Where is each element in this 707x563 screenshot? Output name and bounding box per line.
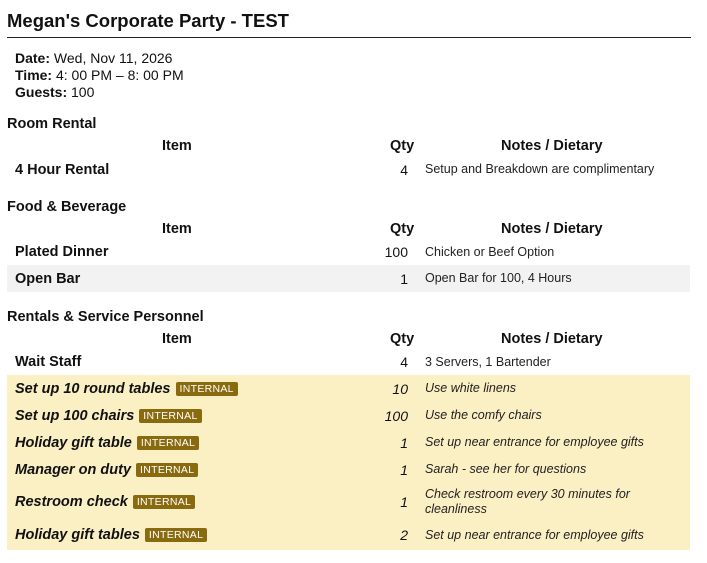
row-notes: Set up near entrance for employee gifts: [425, 527, 644, 542]
time-value: 4: 00 PM – 8: 00 PM: [55, 67, 184, 83]
row-item-cell: Manager on duty INTERNAL: [15, 456, 199, 483]
row-qty: 1: [400, 434, 408, 451]
guests-value: 100: [71, 84, 95, 100]
row-item: Open Bar: [15, 270, 81, 287]
row-notes: Setup and Breakdown are complimentary: [425, 162, 655, 176]
row-item: Set up 10 round tables: [15, 380, 171, 397]
table-row-internal: Holiday gift tables INTERNAL 2 Set up ne…: [7, 520, 690, 550]
row-qty: 100: [384, 244, 408, 260]
title-divider: [7, 37, 691, 38]
table-row: Plated Dinner 100 Chicken or Beef Option: [7, 239, 690, 265]
row-item-cell: Set up 100 chairs INTERNAL: [15, 402, 202, 429]
event-time: Time: 4: 00 PM – 8: 00 PM: [15, 67, 184, 84]
section-title-room-rental: Room Rental: [7, 116, 97, 132]
row-notes: Chicken or Beef Option: [425, 244, 555, 259]
column-header-notes: Notes / Dietary: [501, 331, 603, 347]
table-row-internal: Set up 100 chairs INTERNAL 100 Use the c…: [7, 402, 690, 429]
row-notes: 3 Servers, 1 Bartender: [425, 354, 551, 369]
internal-badge: INTERNAL: [139, 408, 202, 423]
row-qty: 1: [400, 493, 408, 510]
table-row: 4 Hour Rental 4 Setup and Breakdown are …: [7, 156, 690, 183]
row-item: Plated Dinner: [15, 244, 109, 260]
row-qty: 10: [392, 380, 408, 397]
row-qty: 2: [400, 527, 408, 543]
row-item: Manager on duty: [15, 461, 132, 478]
table-row: Open Bar 1 Open Bar for 100, 4 Hours: [7, 265, 690, 292]
row-item: Wait Staff: [15, 354, 82, 370]
row-item: Holiday gift tables: [15, 527, 140, 543]
internal-badge: INTERNAL: [175, 381, 238, 396]
internal-badge: INTERNAL: [136, 462, 199, 477]
column-header-item: Item: [162, 331, 192, 347]
time-label: Time:: [15, 67, 53, 83]
row-item: Restroom check: [15, 493, 128, 510]
event-date: Date: Wed, Nov 11, 2026: [15, 50, 172, 67]
row-item-cell: Set up 10 round tables INTERNAL: [15, 375, 238, 402]
row-notes: Use the comfy chairs: [425, 408, 542, 422]
event-sheet: Megan's Corporate Party - TEST Date: Wed…: [0, 0, 707, 563]
column-header-qty: Qty: [390, 331, 415, 347]
column-header-item: Item: [162, 221, 192, 237]
row-notes: Use white linens: [425, 381, 517, 395]
column-header-notes: Notes / Dietary: [501, 138, 603, 154]
row-item: Set up 100 chairs: [15, 407, 135, 424]
table-row-internal: Manager on duty INTERNAL 1 Sarah - see h…: [7, 456, 690, 483]
row-qty: 4: [400, 161, 408, 178]
row-notes: Check restroom every 30 minutes for clea…: [425, 486, 630, 516]
row-item-cell: Holiday gift tables INTERNAL: [15, 520, 208, 550]
column-header-notes: Notes / Dietary: [501, 221, 603, 237]
table-row-internal: Set up 10 round tables INTERNAL 10 Use w…: [7, 375, 690, 402]
section-title-rentals-personnel: Rentals & Service Personnel: [7, 309, 204, 325]
event-guests: Guests: 100: [15, 84, 94, 101]
row-qty: 4: [400, 354, 408, 370]
date-label: Date:: [15, 50, 51, 66]
table-row-internal: Holiday gift table INTERNAL 1 Set up nea…: [7, 429, 690, 456]
guests-label: Guests:: [15, 84, 68, 100]
table-row-internal: Restroom check INTERNAL 1 Check restroom…: [7, 483, 690, 520]
row-item: 4 Hour Rental: [15, 161, 110, 178]
internal-badge: INTERNAL: [144, 528, 208, 542]
column-header-qty: Qty: [390, 221, 415, 237]
row-notes: Open Bar for 100, 4 Hours: [425, 271, 572, 285]
row-notes: Sarah - see her for questions: [425, 462, 587, 476]
column-header-qty: Qty: [390, 138, 415, 154]
row-qty: 100: [384, 407, 408, 424]
row-item-cell: Restroom check INTERNAL: [15, 483, 196, 520]
row-qty: 1: [400, 270, 408, 287]
internal-badge: INTERNAL: [136, 435, 200, 450]
internal-badge: INTERNAL: [132, 494, 196, 509]
date-value: Wed, Nov 11, 2026: [53, 50, 173, 66]
row-notes: Set up near entrance for employee gifts: [425, 435, 644, 449]
table-row: Wait Staff 4 3 Servers, 1 Bartender: [7, 349, 690, 375]
row-item: Holiday gift table: [15, 434, 132, 451]
section-title-food-beverage: Food & Beverage: [7, 199, 127, 215]
column-header-item: Item: [162, 138, 192, 154]
row-item-cell: Holiday gift table INTERNAL: [15, 429, 200, 456]
row-qty: 1: [400, 461, 408, 478]
page-title: Megan's Corporate Party - TEST: [7, 10, 289, 31]
